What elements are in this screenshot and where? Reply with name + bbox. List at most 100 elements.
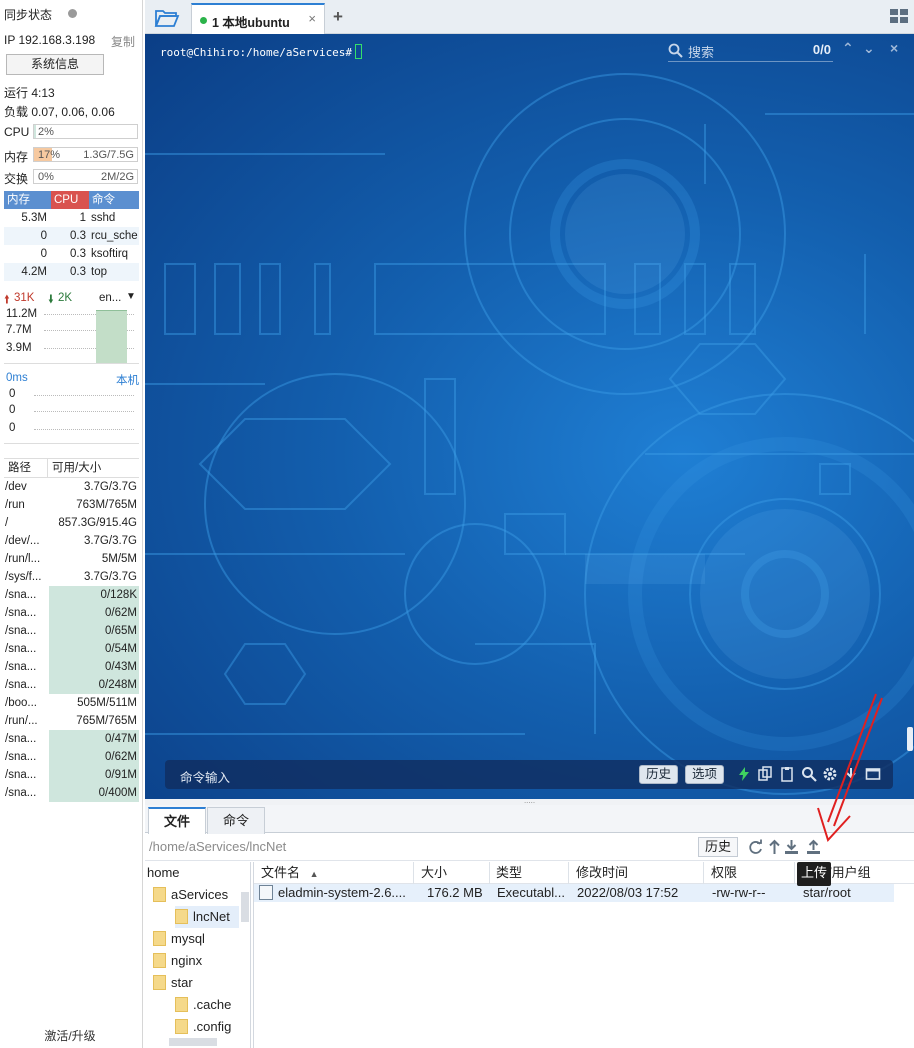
col-filename[interactable]: 文件名 ▲ [254, 862, 414, 884]
system-info-button[interactable]: 系统信息 [6, 54, 104, 75]
disk-row[interactable]: /sna... 0/248M [4, 676, 139, 694]
download-icon[interactable] [784, 839, 799, 855]
net-traffic-bar [96, 310, 127, 363]
chevron-up-icon[interactable]: ⌃ [842, 40, 854, 57]
terminal-prompt[interactable]: root@Chihiro:/home/aServices# [160, 44, 363, 59]
disk-row[interactable]: /boo... 505M/511M [4, 694, 139, 712]
command-input[interactable]: 命令输入 [180, 767, 230, 786]
disk-row[interactable]: /sna... 0/43M [4, 658, 139, 676]
close-search-icon[interactable]: × [890, 40, 898, 56]
copy-ip-link[interactable]: 复制 [111, 33, 135, 50]
tree-horizontal-scrollbar[interactable] [169, 1038, 217, 1046]
tree-vertical-scrollbar[interactable] [241, 892, 249, 922]
table-row[interactable]: 0 0.3 ksoftirq [4, 245, 139, 263]
disk-col-size[interactable]: 可用/大小 [47, 459, 139, 477]
disk-row[interactable]: /sna... 0/65M [4, 622, 139, 640]
col-mtime[interactable]: 修改时间 [569, 862, 704, 884]
disk-row[interactable]: /sna... 0/62M [4, 748, 139, 766]
disk-row[interactable]: /dev/... 3.7G/3.7G [4, 532, 139, 550]
refresh-icon[interactable] [748, 839, 763, 855]
tree-node[interactable]: lncNet [175, 906, 239, 928]
tree-node[interactable]: home [147, 862, 239, 884]
tree-node-label: lncNet [193, 909, 230, 924]
disk-row[interactable]: /sna... 0/47M [4, 730, 139, 748]
tree-node[interactable]: star [153, 972, 239, 994]
disk-row[interactable]: /sna... 0/400M [4, 784, 139, 802]
tree-node[interactable]: nginx [153, 950, 239, 972]
paste-icon[interactable] [779, 766, 795, 782]
net-interface-select[interactable]: en... [99, 292, 121, 304]
activate-upgrade-link[interactable]: 激活/升级 [0, 1027, 140, 1044]
folder-open-icon[interactable] [153, 6, 181, 28]
copy-icon[interactable] [757, 766, 773, 782]
terminal-search-input[interactable]: 搜索 0/0 [668, 40, 833, 62]
process-cmd: ksoftirq [91, 248, 129, 260]
ping-gridline [34, 395, 134, 396]
disk-col-path[interactable]: 路径 [4, 459, 47, 477]
lightning-icon[interactable] [736, 766, 752, 782]
net-tick: 7.7M [6, 324, 32, 336]
process-col-cpu[interactable]: CPU [51, 191, 89, 209]
disk-row[interactable]: /sys/f... 3.7G/3.7G [4, 568, 139, 586]
disk-row[interactable]: /run 763M/765M [4, 496, 139, 514]
disk-row[interactable]: /sna... 0/91M [4, 766, 139, 784]
ping-host[interactable]: 本机 [116, 372, 139, 388]
net-upload: 31K [14, 292, 35, 304]
tab-commands[interactable]: 命令 [207, 807, 265, 834]
executable-file-icon [259, 885, 273, 900]
sync-status-row: 同步状态 [4, 6, 138, 23]
command-input-bar[interactable]: 命令输入 历史 选项 [165, 760, 893, 789]
terminal-scrollbar[interactable] [907, 727, 913, 751]
path-history-button[interactable]: 历史 [698, 837, 738, 857]
disk-row[interactable]: /sna... 0/54M [4, 640, 139, 658]
table-row[interactable]: 0 0.3 rcu_sche [4, 227, 139, 245]
disk-row[interactable]: / 857.3G/915.4G [4, 514, 139, 532]
tab-title: 1 本地ubuntu [212, 16, 290, 30]
chevron-down-icon[interactable]: ⌄ [863, 40, 875, 57]
process-table-header: 内存 CPU 命令 [4, 191, 139, 209]
terminal-cursor [355, 44, 363, 59]
current-path-input[interactable]: /home/aServices/lncNet [149, 839, 286, 854]
process-col-cmd[interactable]: 命令 [89, 191, 139, 209]
folder-icon [153, 975, 166, 990]
ping-ms: 0ms [6, 372, 28, 384]
tree-node[interactable]: .config [175, 1016, 239, 1038]
add-tab-button[interactable]: + [333, 7, 343, 27]
network-panel: 🠙 31K 🠛 2K en... ▼ 11.2M 7.7M 3.9M [4, 290, 139, 364]
table-row[interactable]: 5.3M 1 sshd [4, 209, 139, 227]
disk-row[interactable]: /sna... 0/128K [4, 586, 139, 604]
col-type[interactable]: 类型 [490, 862, 569, 884]
disk-usage: 0/128K [49, 586, 139, 604]
ip-row: IP 192.168.3.198 复制 [4, 33, 138, 50]
history-button[interactable]: 历史 [639, 765, 679, 784]
close-icon[interactable]: × [308, 11, 316, 26]
path-bar: /home/aServices/lncNet 历史 [145, 834, 914, 861]
options-button[interactable]: 选项 [685, 765, 725, 784]
disk-table-header: 路径 可用/大小 [4, 459, 139, 478]
chevron-down-icon[interactable]: ▼ [126, 291, 136, 302]
tab-files[interactable]: 文件 [148, 807, 206, 834]
tree-node[interactable]: mysql [153, 928, 239, 950]
net-tick: 3.9M [6, 342, 32, 354]
tree-node[interactable]: .cache [175, 994, 239, 1016]
layout-grid-icon[interactable] [890, 9, 908, 23]
process-col-mem[interactable]: 内存 [4, 191, 51, 209]
col-size[interactable]: 大小 [414, 862, 490, 884]
col-permission[interactable]: 权限 [704, 862, 795, 884]
process-cmd: rcu_sche [91, 230, 138, 242]
disk-row[interactable]: /run/l... 5M/5M [4, 550, 139, 568]
tree-node-label: .cache [193, 997, 232, 1012]
file-row[interactable]: eladmin-system-2.6.... 176.2 MB Executab… [254, 884, 894, 902]
disk-row[interactable]: /sna... 0/62M [4, 604, 139, 622]
disk-row[interactable]: /dev 3.7G/3.7G [4, 478, 139, 496]
terminal-view[interactable]: root@Chihiro:/home/aServices# 搜索 0/0 ⌃ ⌄… [145, 34, 914, 799]
tab-local-ubuntu[interactable]: 1 本地ubuntu × [191, 3, 325, 34]
tree-node[interactable]: aServices [153, 884, 239, 906]
process-cpu: 0.3 [70, 248, 86, 260]
parent-directory-icon[interactable] [767, 839, 782, 855]
disk-row[interactable]: /run/... 765M/765M [4, 712, 139, 730]
table-row[interactable]: 4.2M 0.3 top [4, 263, 139, 281]
swap-percent: 0% [38, 171, 54, 183]
disk-path: /dev/... [5, 535, 40, 547]
process-mem: 5.3M [21, 212, 47, 224]
